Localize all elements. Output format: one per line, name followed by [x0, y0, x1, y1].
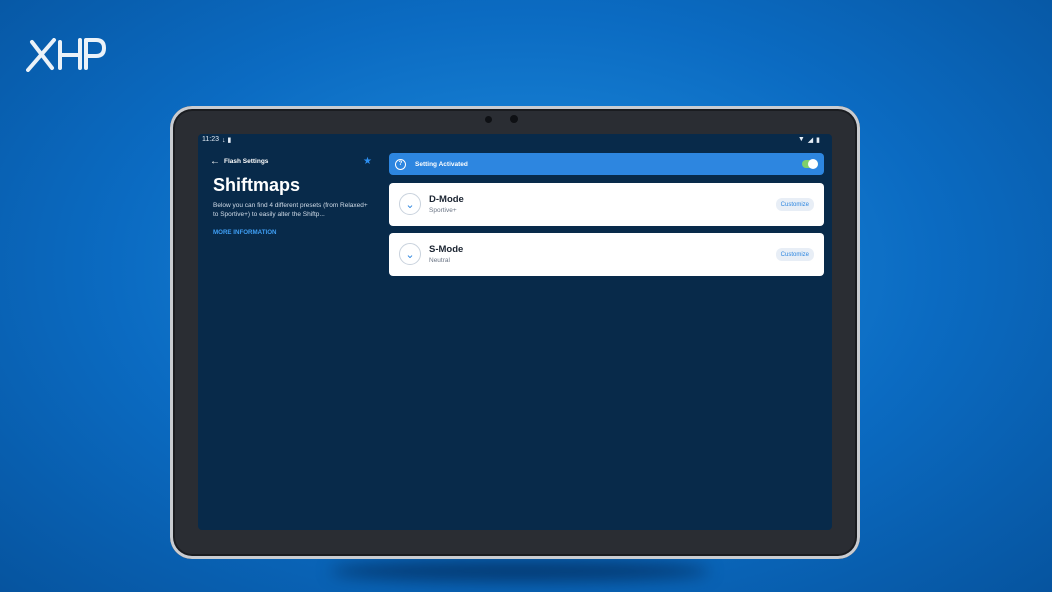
wifi-icon: ▼: [797, 136, 805, 143]
star-icon[interactable]: ★: [363, 156, 372, 167]
back-arrow-icon[interactable]: ←: [210, 156, 224, 167]
signal-icon: ◢: [807, 137, 814, 144]
mode-card-d[interactable]: ⌄ D-Mode Sportive+ Customize: [389, 183, 824, 226]
more-information-link[interactable]: MORE INFORMATION: [213, 229, 276, 236]
sensor-dot: [485, 116, 492, 123]
toggle-knob: [808, 159, 818, 169]
setting-activated-bar: ? Setting Activated: [389, 153, 824, 175]
setting-toggle[interactable]: [802, 159, 818, 169]
chevron-down-icon[interactable]: ⌄: [399, 243, 421, 265]
mode-preset: Neutral: [429, 257, 450, 264]
tablet-frame: 11:23 ↓ ▮ ▼ ◢ ▮ ← Flash Settings ★ Shift…: [170, 106, 860, 559]
status-icons: ▼ ◢ ▮: [798, 136, 820, 144]
help-icon[interactable]: ?: [395, 158, 406, 170]
xhp-logo: [26, 38, 106, 72]
status-time: 11:23: [202, 136, 219, 143]
customize-button[interactable]: Customize: [775, 198, 814, 211]
tablet-shadow: [330, 560, 710, 582]
customize-button[interactable]: Customize: [775, 248, 814, 261]
notification-icons: ↓ ▮: [222, 137, 232, 144]
mode-name: D-Mode: [429, 194, 464, 205]
mode-preset: Sportive+: [429, 207, 457, 214]
page-title: Shiftmaps: [213, 175, 301, 195]
mode-name: S-Mode: [429, 244, 464, 255]
app-screen: 11:23 ↓ ▮ ▼ ◢ ▮ ← Flash Settings ★ Shift…: [198, 134, 832, 530]
back-title[interactable]: Flash Settings: [224, 158, 363, 165]
top-app-bar: ← Flash Settings ★: [210, 154, 372, 168]
mode-card-s[interactable]: ⌄ S-Mode Neutral Customize: [389, 233, 824, 276]
chevron-down-icon[interactable]: ⌄: [399, 193, 421, 215]
status-bar: 11:23 ↓ ▮ ▼ ◢ ▮: [198, 134, 832, 148]
battery-icon: ▮: [816, 137, 820, 144]
front-camera: [510, 115, 518, 123]
setting-activated-label: Setting Activated: [415, 160, 468, 168]
page-description: Below you can find 4 different presets (…: [213, 202, 368, 218]
